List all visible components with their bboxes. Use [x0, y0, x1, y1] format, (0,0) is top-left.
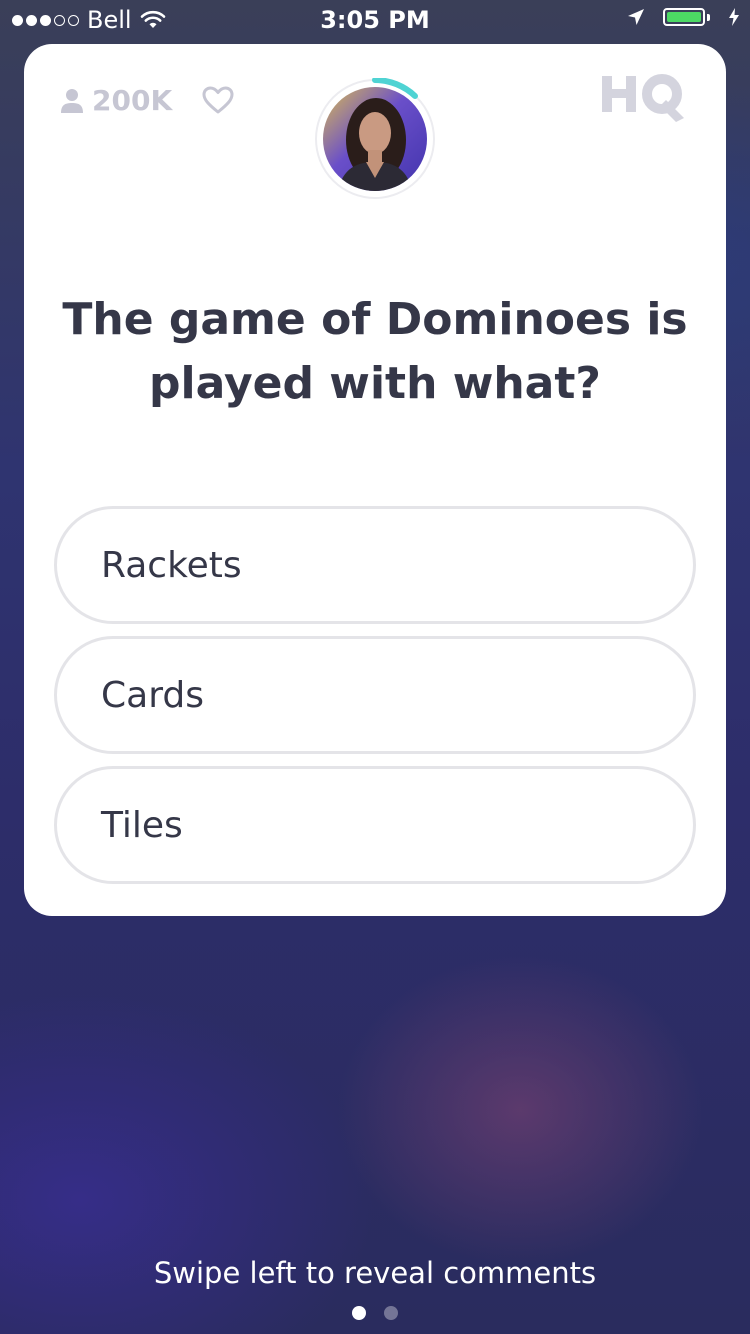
question-card: 200K The game of Dominoes is played with… [24, 44, 726, 916]
answer-option-1[interactable]: Rackets [54, 506, 696, 624]
viewer-count-label: 200K [92, 84, 173, 117]
answer-option-3[interactable]: Tiles [54, 766, 696, 884]
status-right [627, 8, 740, 26]
hq-logo [602, 74, 684, 122]
answer-option-2[interactable]: Cards [54, 636, 696, 754]
status-bar: Bell 3:05 PM [0, 0, 750, 40]
charging-bolt-icon [729, 8, 739, 26]
page-indicator[interactable] [0, 1306, 750, 1320]
battery-tip [707, 13, 710, 21]
battery-body [663, 8, 705, 26]
location-arrow-icon [628, 9, 644, 25]
person-icon [61, 88, 83, 113]
swipe-hint: Swipe left to reveal comments [153, 1256, 597, 1290]
viewer-count: 200K [60, 84, 172, 117]
question-text: The game of Dominoes is played with what… [62, 294, 688, 409]
host-avatar [315, 78, 435, 199]
battery-icon [663, 8, 710, 26]
heart-icon[interactable] [202, 86, 234, 114]
answer-list: Rackets Cards Tiles [54, 506, 696, 896]
battery-fill [667, 12, 701, 22]
page-dot[interactable] [384, 1306, 398, 1320]
page-dot-active[interactable] [352, 1306, 366, 1320]
